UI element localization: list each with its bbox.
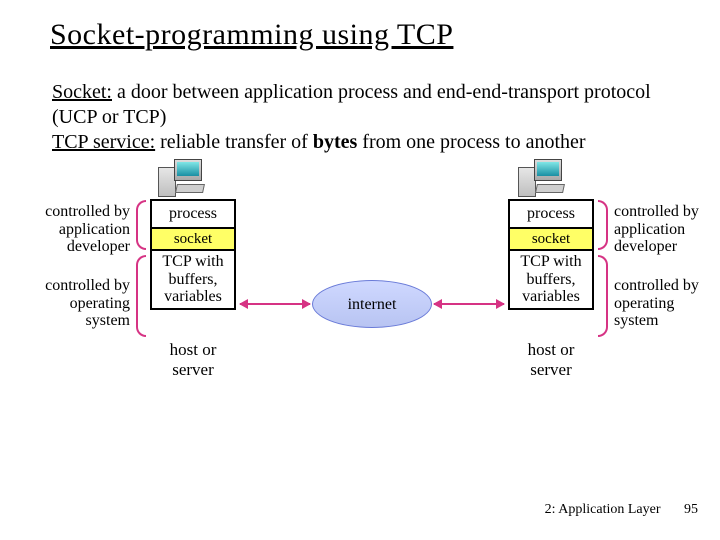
arrow-left (240, 303, 310, 305)
computer-icon (518, 159, 562, 197)
socket-diagram: controlled by application developer cont… (50, 185, 690, 425)
slide-title: Socket-programming using TCP (50, 18, 680, 52)
right-host-label: host or server (511, 340, 591, 380)
left-process-box: process (152, 201, 234, 227)
left-brace-top (136, 200, 146, 250)
tcp-service-text-b: from one process to another (357, 131, 585, 153)
tcp-service-label: TCP service: (52, 131, 155, 153)
left-os-label: controlled by operating system (30, 277, 130, 330)
socket-def-text: a door between application process and e… (52, 81, 651, 128)
arrow-right (434, 303, 504, 305)
socket-def-label: Socket: (52, 81, 112, 103)
left-brace-bottom (136, 255, 146, 337)
right-os-label: controlled by operating system (614, 277, 714, 330)
internet-cloud: internet (312, 280, 432, 328)
page-number: 95 (684, 502, 698, 517)
right-socket-box: socket (510, 227, 592, 250)
right-app-dev-label: controlled by application developer (614, 203, 714, 256)
computer-icon (158, 159, 202, 197)
right-tcp-box: TCP with buffers, variables (510, 249, 592, 308)
left-socket-box: socket (152, 227, 234, 250)
chapter-label: 2: Application Layer (545, 502, 661, 517)
tcp-service-text-a: reliable transfer of (155, 131, 313, 153)
left-host-label: host or server (153, 340, 233, 380)
tcp-bytes-word: bytes (313, 131, 357, 153)
left-stack: process socket TCP with buffers, variabl… (150, 199, 236, 310)
left-app-dev-label: controlled by application developer (30, 203, 130, 256)
intro-text: Socket: a door between application proce… (50, 80, 680, 155)
right-brace-top (598, 200, 608, 250)
right-stack: process socket TCP with buffers, variabl… (508, 199, 594, 310)
slide-footer: 2: Application Layer 95 (545, 502, 698, 518)
left-tcp-box: TCP with buffers, variables (152, 249, 234, 308)
right-brace-bottom (598, 255, 608, 337)
right-process-box: process (510, 201, 592, 227)
